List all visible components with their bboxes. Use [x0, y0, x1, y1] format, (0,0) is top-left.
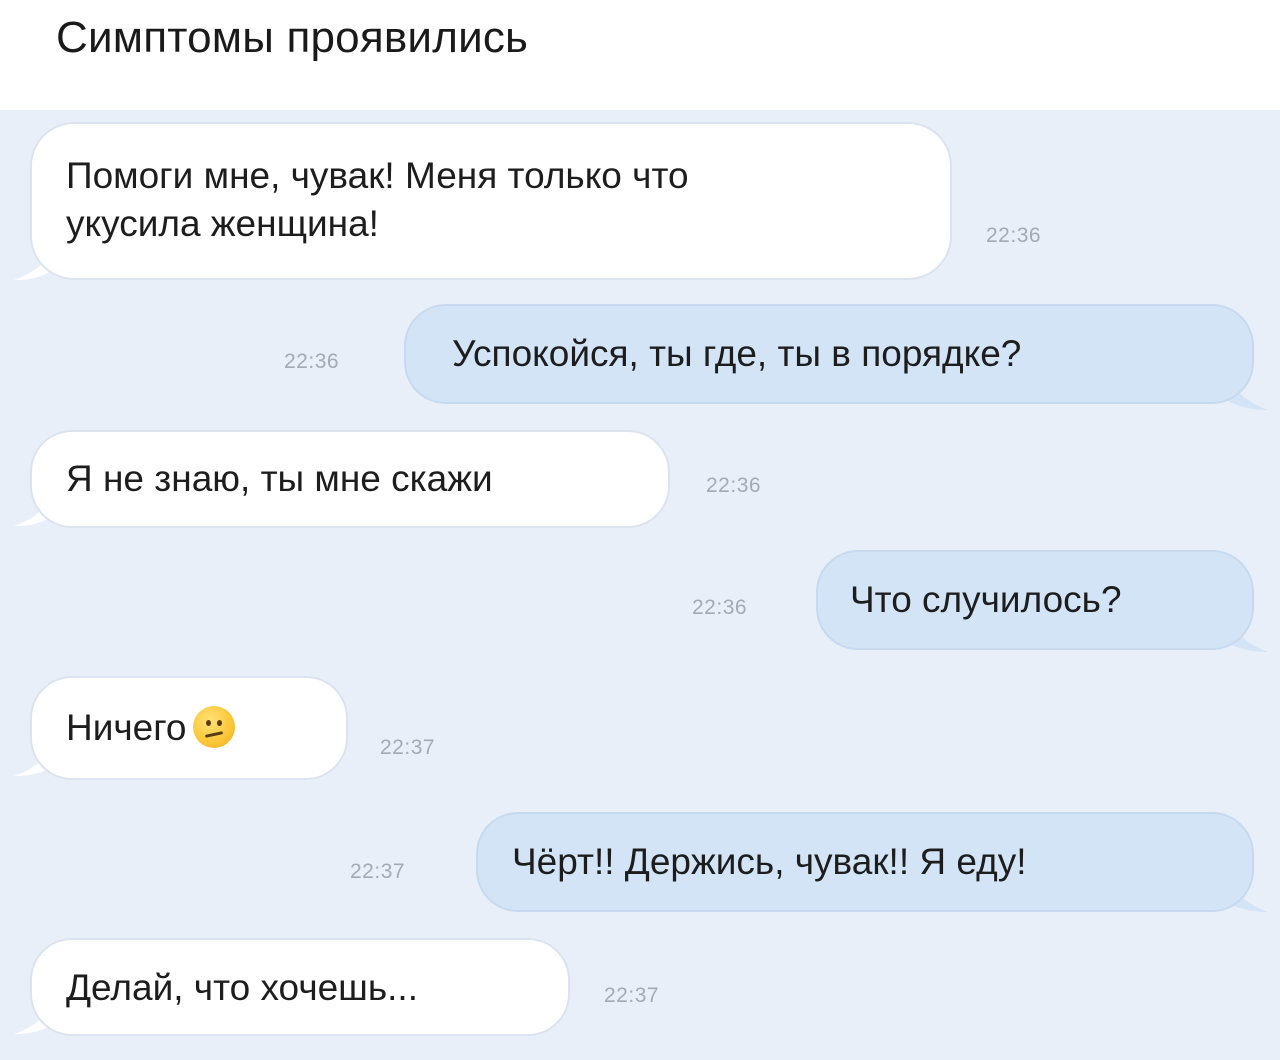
confused-face-emoji-icon [192, 706, 235, 748]
message-bubble: Что случилось? [816, 550, 1254, 650]
message-text: Я не знаю, ты мне скажи [66, 458, 493, 499]
message-text: Что случилось? [850, 579, 1122, 620]
message-text-line: укусила женщина! [66, 203, 379, 244]
message-bubble: Чёрт!! Держись, чувак!! Я еду! [476, 812, 1254, 912]
message-bubble: Я не знаю, ты мне скажи [30, 430, 670, 528]
message-timestamp: 22:36 [706, 474, 762, 497]
chat-area: Помоги мне, чувак! Меня только что укуси… [0, 110, 1280, 1060]
message-bubble: Помоги мне, чувак! Меня только что укуси… [30, 122, 952, 280]
message-text: Делай, что хочешь... [66, 967, 418, 1008]
message-text: Чёрт!! Держись, чувак!! Я еду! [512, 841, 1027, 882]
message-text: Успокойся, ты где, ты в порядке? [452, 333, 1022, 374]
message-bubble: Успокойся, ты где, ты в порядке? [404, 304, 1254, 404]
message-timestamp: 22:36 [692, 596, 748, 619]
message-timestamp: 22:37 [380, 736, 436, 759]
message-bubble: Ничего [30, 676, 348, 780]
message-timestamp: 22:37 [604, 984, 660, 1007]
message-timestamp: 22:36 [284, 350, 340, 373]
message-bubble: Делай, что хочешь... [30, 938, 570, 1036]
post-title: Симптомы проявились [56, 13, 529, 62]
message-timestamp: 22:37 [350, 860, 406, 883]
message-text-line: Помоги мне, чувак! Меня только что [66, 155, 689, 196]
message-timestamp: 22:36 [986, 224, 1042, 247]
message-text: Ничего [66, 707, 187, 748]
